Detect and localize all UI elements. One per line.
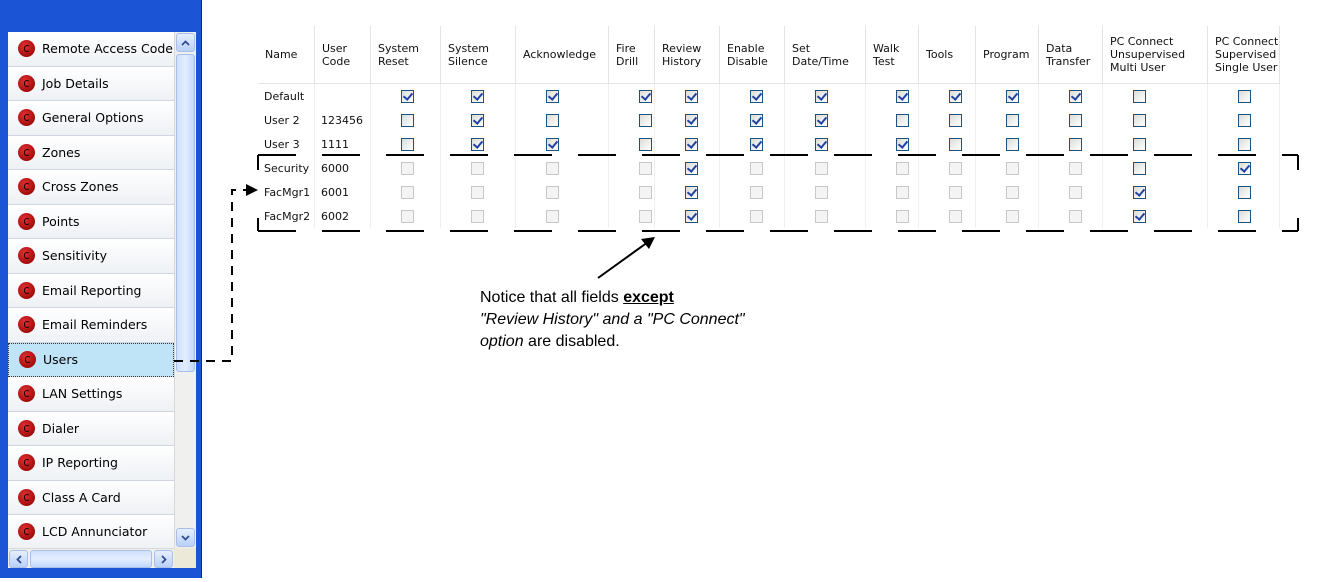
annotation-emphasis: except	[623, 289, 674, 306]
annotation-text-1: Notice that all fields	[480, 289, 624, 306]
note-arrowhead-icon	[641, 237, 655, 249]
dashed-connector-line	[174, 189, 248, 362]
connector-arrowhead-icon	[246, 184, 258, 196]
note-arrow-line	[597, 241, 649, 279]
annotation-note: Notice that all fields except "Review Hi…	[480, 287, 780, 353]
annotation-text-2: are disabled.	[523, 333, 620, 350]
